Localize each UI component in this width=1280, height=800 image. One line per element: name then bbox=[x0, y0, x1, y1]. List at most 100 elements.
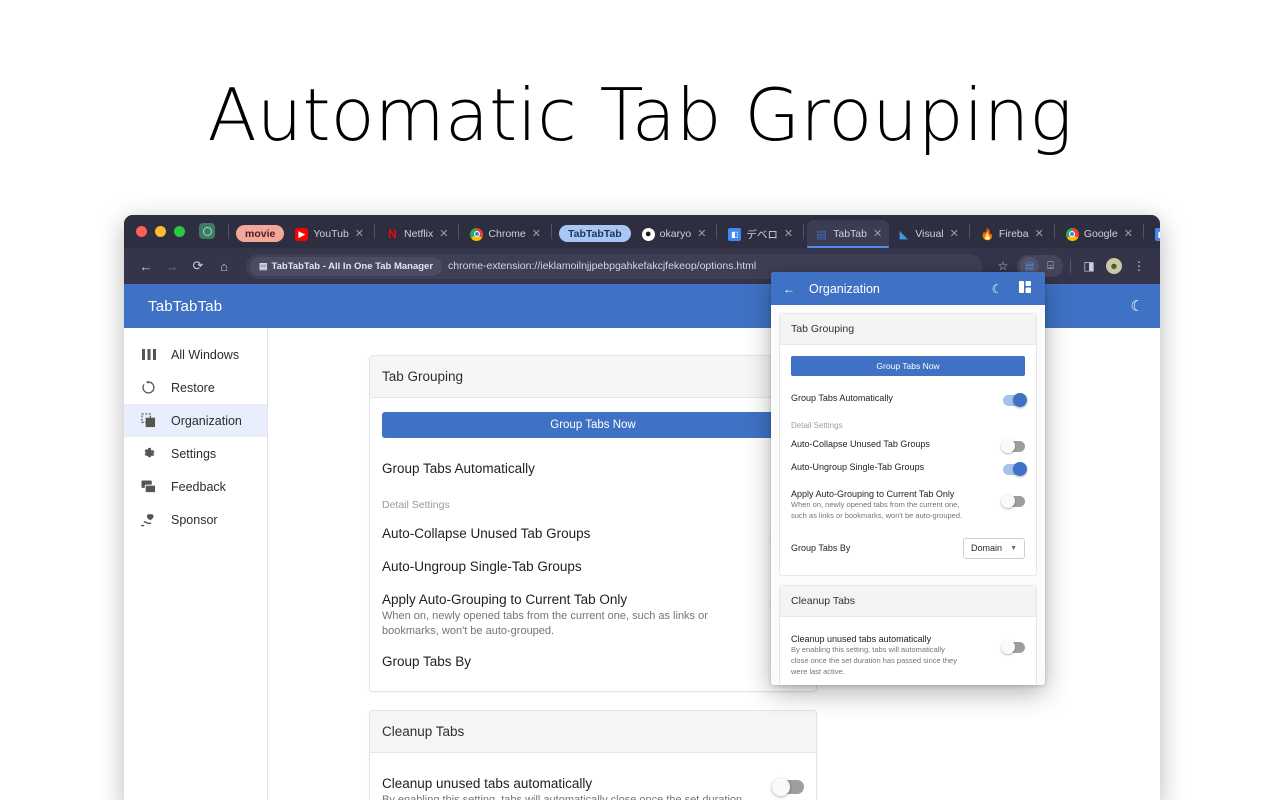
group-tabs-by-value: Domain bbox=[971, 543, 1003, 554]
sidebar-item-label: All Windows bbox=[171, 347, 240, 362]
sidebar-item-label: Feedback bbox=[171, 479, 226, 494]
close-tab-button[interactable]: ✕ bbox=[354, 228, 365, 240]
sidebar-item-restore[interactable]: Restore bbox=[124, 371, 267, 404]
setting-apply-auto-grouping-current-tab-only[interactable]: Apply Auto-Grouping to Current Tab Only … bbox=[382, 583, 804, 645]
popup-group-tabs-now-button[interactable]: Group Tabs Now bbox=[791, 356, 1025, 376]
setting-auto-collapse-unused-tab-groups[interactable]: Auto-Collapse Unused Tab Groups bbox=[382, 517, 804, 550]
sidebar-item-all-windows[interactable]: All Windows bbox=[124, 338, 267, 371]
maximize-window-button[interactable] bbox=[174, 226, 185, 237]
browser-tab[interactable]: Chrome ✕ bbox=[462, 220, 548, 248]
home-button[interactable]: ⌂ bbox=[212, 254, 236, 278]
card-cleanup-tabs: Cleanup Tabs Cleanup unused tabs automat… bbox=[369, 709, 817, 800]
close-tab-button[interactable]: ✕ bbox=[531, 228, 542, 240]
detail-settings-subheading: Detail Settings bbox=[382, 499, 450, 511]
sidebar-item-settings[interactable]: Settings bbox=[124, 437, 267, 470]
chrome-icon bbox=[1065, 227, 1079, 241]
setting-description: By enabling this setting, tabs will auto… bbox=[382, 793, 743, 800]
dark-mode-toggle-icon[interactable]: ☾ bbox=[1131, 297, 1144, 315]
tab-label: Chrome bbox=[488, 228, 526, 240]
close-tab-button[interactable]: ✕ bbox=[1123, 228, 1134, 240]
setting-auto-ungroup-single-tab-groups[interactable]: Auto-Ungroup Single-Tab Groups bbox=[382, 550, 807, 583]
browser-tab-active[interactable]: ▤ TabTab ✕ bbox=[807, 220, 890, 248]
browser-tab[interactable]: N Netflix ✕ bbox=[378, 220, 455, 248]
restore-icon bbox=[140, 379, 157, 396]
popup-header: ← Organization ☾ bbox=[771, 272, 1045, 305]
window-traffic-lights[interactable] bbox=[132, 215, 195, 248]
reload-button[interactable]: ⟳ bbox=[186, 254, 210, 278]
popup-toggle-group-tabs-automatically[interactable] bbox=[1003, 393, 1027, 407]
popup-setting-auto-collapse[interactable]: Auto-Collapse Unused Tab Groups bbox=[791, 433, 1025, 456]
tab-label: YouTub bbox=[313, 228, 349, 240]
setting-group-tabs-by[interactable]: Group Tabs By bbox=[382, 645, 804, 675]
browser-menu-icon[interactable]: ⋮ bbox=[1128, 255, 1150, 277]
close-tab-button[interactable]: ✕ bbox=[696, 228, 707, 240]
popup-setting-label: Auto-Collapse Unused Tab Groups bbox=[791, 439, 930, 449]
popup-setting-cleanup-unused-tabs[interactable]: Cleanup unused tabs automatically By ena… bbox=[791, 628, 1025, 682]
panel-layout-icon[interactable] bbox=[1017, 281, 1033, 296]
card-title: Cleanup Tabs bbox=[370, 710, 816, 753]
back-arrow-icon[interactable]: ← bbox=[781, 282, 797, 296]
chrome-icon bbox=[470, 227, 484, 241]
browser-tab[interactable]: ◧ デベロ ✕ bbox=[720, 220, 800, 248]
popup-toggle-auto-collapse[interactable] bbox=[1001, 439, 1025, 453]
close-tab-button[interactable]: ✕ bbox=[438, 228, 449, 240]
setting-description: When on, newly opened tabs from the curr… bbox=[382, 610, 708, 637]
sidebar-item-label: Organization bbox=[171, 413, 242, 428]
browser-tab[interactable]: ▶ YouTub ✕ bbox=[287, 220, 371, 248]
tab-group-chip-tabtabtab[interactable]: TabTabTab bbox=[559, 225, 631, 242]
toggle-cleanup-unused-tabs[interactable] bbox=[772, 777, 804, 796]
feedback-icon bbox=[140, 478, 157, 495]
close-window-button[interactable] bbox=[136, 226, 147, 237]
sidebar-item-label: Restore bbox=[171, 380, 215, 395]
gear-icon bbox=[140, 445, 157, 462]
popup-toggle-auto-ungroup[interactable] bbox=[1003, 462, 1027, 476]
tab-separator bbox=[968, 224, 970, 239]
close-tab-button[interactable]: ✕ bbox=[1034, 228, 1045, 240]
popup-setting-group-tabs-by[interactable]: Group Tabs By Domain ▼ bbox=[791, 526, 1025, 563]
sidebar-item-sponsor[interactable]: Sponsor bbox=[124, 503, 267, 536]
browser-tab[interactable]: 🔥 Fireba ✕ bbox=[973, 220, 1051, 248]
extension-popup: ← Organization ☾ Tab Grouping Group Tabs… bbox=[771, 272, 1045, 685]
close-tab-button[interactable]: ✕ bbox=[949, 228, 960, 240]
profile-avatar[interactable]: ☻ bbox=[1103, 255, 1125, 277]
setting-label: Group Tabs Automatically bbox=[382, 461, 535, 476]
tab-separator bbox=[551, 224, 552, 239]
tab-label: デベロ bbox=[746, 228, 778, 241]
group-tabs-now-button[interactable]: Group Tabs Now bbox=[382, 412, 804, 438]
moon-icon[interactable]: ☾ bbox=[989, 282, 1005, 296]
setting-label: Cleanup unused tabs automatically bbox=[382, 775, 593, 791]
close-tab-button[interactable]: ✕ bbox=[872, 228, 883, 240]
popup-toggle-apply-current-tab-only[interactable] bbox=[1001, 494, 1025, 508]
tab-separator bbox=[228, 224, 229, 239]
tab-separator bbox=[1142, 224, 1144, 239]
tab-label: Visual bbox=[915, 228, 944, 240]
popup-toggle-cleanup-unused-tabs[interactable] bbox=[1001, 639, 1025, 654]
forward-button[interactable]: → bbox=[160, 254, 184, 278]
setting-cleanup-unused-tabs[interactable]: Cleanup unused tabs automatically By ena… bbox=[382, 767, 804, 800]
popup-setting-description: When on, newly opened tabs from the curr… bbox=[791, 500, 963, 520]
minimize-window-button[interactable] bbox=[155, 226, 166, 237]
omnibox-extension-chip[interactable]: ▤ TabTabTab - All In One Tab Manager bbox=[250, 256, 443, 276]
netflix-icon: N bbox=[388, 227, 397, 241]
browser-tab[interactable]: Google ✕ bbox=[1058, 220, 1140, 248]
sidebar-item-label: Settings bbox=[171, 446, 217, 461]
browser-tab[interactable]: ◣ Visual ✕ bbox=[889, 220, 966, 248]
popup-setting-group-tabs-automatically[interactable]: Group Tabs Automatically bbox=[791, 387, 1027, 410]
browser-tab[interactable]: ● okaryo ✕ bbox=[634, 220, 714, 248]
setting-group-tabs-automatically[interactable]: Group Tabs Automatically bbox=[382, 452, 807, 485]
popup-setting-auto-ungroup[interactable]: Auto-Ungroup Single-Tab Groups bbox=[791, 456, 1027, 479]
sidebar-item-feedback[interactable]: Feedback bbox=[124, 470, 267, 503]
copy-icon bbox=[140, 412, 157, 429]
back-button[interactable]: ← bbox=[134, 254, 158, 278]
side-panel-icon[interactable]: ◨ bbox=[1078, 255, 1100, 277]
pinned-tab-icon[interactable] bbox=[199, 223, 215, 239]
group-tabs-by-select[interactable]: Domain ▼ bbox=[963, 537, 1025, 559]
popup-setting-apply-current-tab-only[interactable]: Apply Auto-Grouping to Current Tab Only … bbox=[791, 479, 1025, 526]
popup-card-tab-grouping: Tab Grouping Group Tabs Now Group Tabs A… bbox=[779, 313, 1037, 576]
browser-tab[interactable]: ◧ Chrome ✕ bbox=[1147, 220, 1160, 248]
setting-label: Group Tabs By bbox=[382, 653, 472, 669]
close-tab-button[interactable]: ✕ bbox=[783, 228, 794, 240]
sidebar-item-organization[interactable]: Organization bbox=[124, 404, 267, 437]
popup-scroll-area[interactable]: Tab Grouping Group Tabs Now Group Tabs A… bbox=[771, 305, 1045, 685]
tab-group-chip-movie[interactable]: movie bbox=[236, 225, 285, 242]
